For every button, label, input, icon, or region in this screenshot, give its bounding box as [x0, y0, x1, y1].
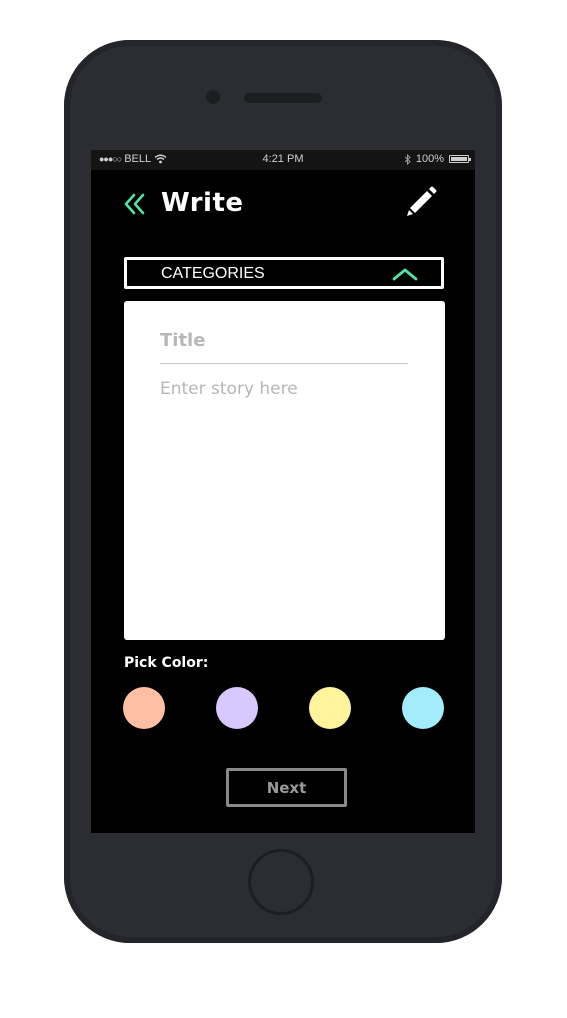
story-card [124, 301, 445, 640]
categories-dropdown[interactable]: CATEGORIES [124, 257, 444, 289]
categories-label: CATEGORIES [161, 265, 265, 282]
app-screen: ●●●○○ BELL 4:21 PM 100% Write CATEGORIES [91, 150, 475, 833]
chevron-up-icon [392, 268, 418, 281]
battery-percent: 100% [415, 153, 444, 165]
color-swatch-cyan[interactable] [402, 687, 444, 729]
next-button[interactable]: Next [226, 768, 347, 807]
pick-color-label: Pick Color: [124, 655, 209, 671]
page-title: Write [161, 188, 244, 218]
color-swatch-yellow[interactable] [309, 687, 351, 729]
story-body-input[interactable] [160, 379, 408, 619]
battery-icon [449, 155, 471, 163]
double-chevron-left-icon[interactable] [123, 192, 147, 216]
bluetooth-icon [404, 153, 411, 165]
color-swatch-lavender[interactable] [216, 687, 258, 729]
front-camera [206, 90, 220, 104]
home-button[interactable] [248, 849, 314, 915]
story-title-input[interactable] [160, 323, 408, 364]
status-bar: ●●●○○ BELL 4:21 PM 100% [91, 150, 475, 170]
pencil-icon[interactable] [403, 184, 439, 220]
status-right: 100% [404, 153, 471, 165]
earpiece-speaker [244, 93, 322, 103]
color-swatch-peach[interactable] [123, 687, 165, 729]
